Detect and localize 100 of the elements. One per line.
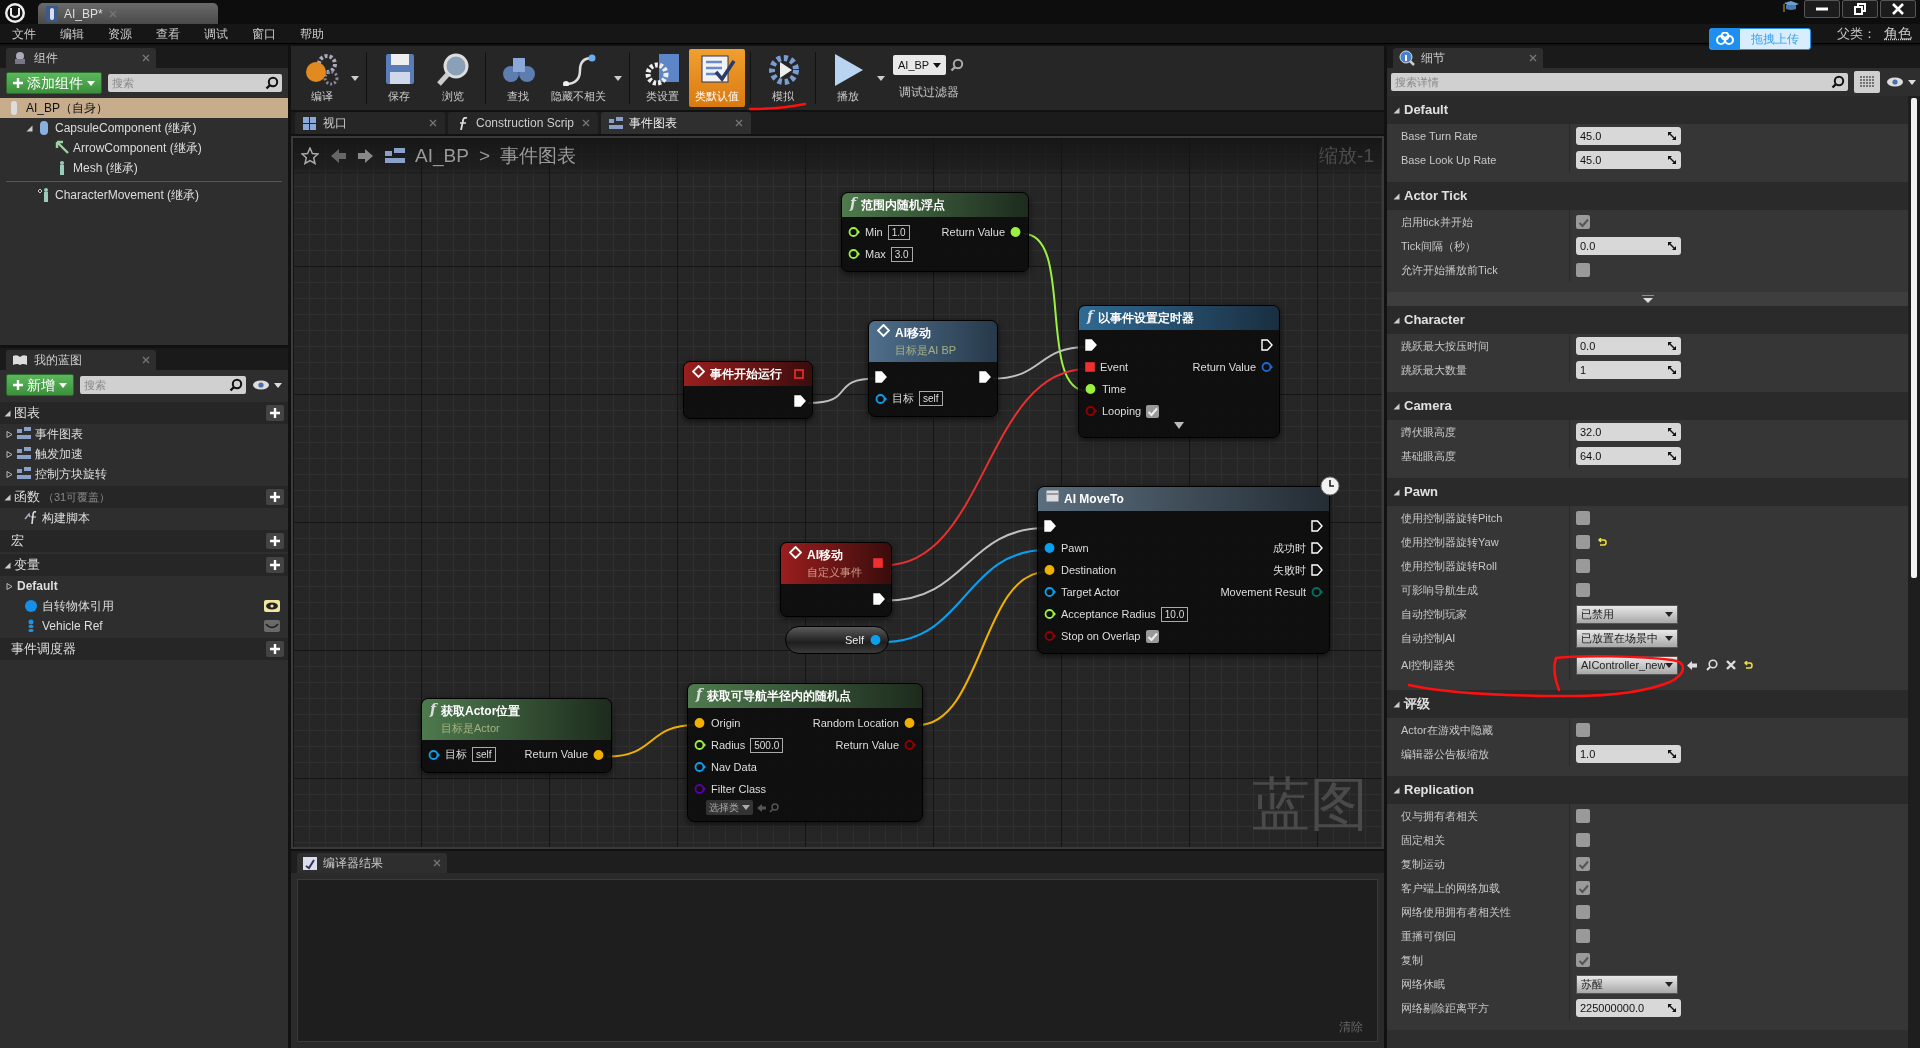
checkbox[interactable] <box>1576 833 1590 847</box>
dropdown[interactable]: 已放置在场景中 <box>1576 628 1678 648</box>
expand-arrow-icon[interactable] <box>1641 295 1654 303</box>
checkbox[interactable] <box>1576 953 1590 967</box>
category-header[interactable]: Default <box>1387 96 1908 124</box>
toolbar-button[interactable]: 隐藏不相关 <box>545 49 612 107</box>
category-header[interactable]: Replication <box>1387 776 1908 804</box>
tree-item[interactable]: CapsuleComponent (继承) <box>0 118 288 138</box>
number-field[interactable]: 0.0 <box>1576 337 1681 355</box>
checkbox[interactable] <box>1576 535 1590 549</box>
collapse-triangle-icon[interactable] <box>4 493 11 501</box>
exec-pin[interactable] <box>1044 520 1056 532</box>
list-item[interactable]: 事件图表 <box>0 424 288 444</box>
number-field[interactable]: 225000000.0 <box>1576 999 1681 1017</box>
expand-arrow-icon[interactable] <box>1174 422 1184 429</box>
default-value-field[interactable]: 10.0 <box>1160 606 1189 622</box>
graph-node[interactable]: AI移动 目标是AI BP 目标 self <box>868 320 998 417</box>
list-item[interactable]: 构建脚本 <box>0 508 288 528</box>
arrow-left-icon[interactable] <box>1686 659 1698 671</box>
add-button[interactable] <box>266 405 284 421</box>
add-button[interactable] <box>266 533 284 549</box>
minimize-button[interactable] <box>1804 0 1840 18</box>
add-button[interactable] <box>266 489 284 505</box>
eye-icon[interactable] <box>264 600 280 612</box>
section-header[interactable]: 图表 <box>0 402 288 424</box>
close-icon[interactable] <box>142 356 150 364</box>
checkbox[interactable] <box>1576 723 1590 737</box>
checkbox[interactable] <box>1576 809 1590 823</box>
exec-pin[interactable] <box>873 592 885 605</box>
close-button[interactable] <box>1880 0 1916 18</box>
data-pin[interactable] <box>1044 587 1056 597</box>
document-tab[interactable]: AI_BP* <box>38 3 218 24</box>
data-pin[interactable] <box>694 762 706 772</box>
section-header[interactable]: 函数 （31可覆盖） <box>0 486 288 508</box>
data-pin[interactable] <box>1044 543 1056 553</box>
close-icon[interactable] <box>1529 54 1537 62</box>
graph-node[interactable]: f 获取Actor位置 目标是Actor 目标 self Return Value <box>421 698 612 773</box>
category-header[interactable]: Camera <box>1387 392 1908 420</box>
document-tab[interactable]: 事件图表 <box>601 112 751 134</box>
default-value-field[interactable]: 500.0 <box>750 737 784 753</box>
variable-node[interactable]: Self <box>785 626 889 654</box>
toolbar-button[interactable]: 编译 <box>295 49 349 107</box>
panel-tab[interactable]: 组件 <box>6 48 156 68</box>
data-pin[interactable] <box>870 635 882 645</box>
default-value-field[interactable]: 3.0 <box>890 246 913 262</box>
menu-item[interactable]: 窗口 <box>240 24 288 43</box>
list-item[interactable]: Vehicle Ref <box>0 616 288 636</box>
breadcrumb-item[interactable]: AI_BP <box>415 141 469 171</box>
default-value-field[interactable]: self <box>472 747 496 762</box>
menu-item[interactable]: 帮助 <box>288 24 336 43</box>
number-field[interactable]: 0.0 <box>1576 237 1681 255</box>
checkbox[interactable] <box>1576 215 1590 229</box>
close-icon[interactable] <box>429 119 437 127</box>
exec-pin[interactable] <box>979 370 991 383</box>
graph-node[interactable]: f 获取可导航半径内的随机点 Origin Random Location Radius 500.0 Return Value Nav Data Filter Class 选择类 <box>687 683 923 822</box>
data-pin[interactable] <box>593 749 605 760</box>
graph-node[interactable]: f 以事件设置定时器 Event Return Value Time Looping <box>1078 305 1280 438</box>
checkbox[interactable] <box>1146 404 1160 418</box>
menu-item[interactable]: 编辑 <box>48 24 96 43</box>
menu-item[interactable]: 资源 <box>96 24 144 43</box>
exec-pin[interactable] <box>1311 564 1323 576</box>
scrollbar[interactable] <box>1911 98 1917 578</box>
panel-tab[interactable]: 细节 <box>1393 48 1543 68</box>
exec-pin[interactable] <box>875 370 887 383</box>
number-field[interactable]: 32.0 <box>1576 423 1681 441</box>
data-pin[interactable] <box>428 749 440 760</box>
document-tab[interactable]: 视口 <box>295 112 445 134</box>
toolbar-button[interactable]: 浏览 <box>426 49 480 107</box>
tree-item[interactable]: Mesh (继承) <box>0 158 288 178</box>
document-tab[interactable]: Construction Scrip <box>448 112 598 134</box>
close-icon[interactable] <box>433 859 441 867</box>
search-field[interactable]: 搜索详情 <box>1391 73 1848 91</box>
search-field[interactable]: 搜索 <box>108 74 282 92</box>
data-pin[interactable] <box>694 718 706 728</box>
list-item[interactable]: 控制方块旋转 <box>0 464 288 484</box>
section-header[interactable]: 事件调度器 <box>0 638 288 660</box>
menu-item[interactable]: 调试 <box>192 24 240 43</box>
close-icon[interactable] <box>582 119 590 127</box>
checkbox[interactable] <box>1576 263 1590 277</box>
category-header[interactable]: Actor Tick <box>1387 182 1908 210</box>
checkbox[interactable] <box>1576 929 1590 943</box>
add-button[interactable] <box>266 641 284 657</box>
tree-item[interactable]: ArrowComponent (继承) <box>0 138 288 158</box>
category-header[interactable]: 评级 <box>1387 690 1908 718</box>
number-field[interactable]: 1.0 <box>1576 745 1681 763</box>
section-header[interactable]: 宏 <box>0 530 288 552</box>
number-field[interactable]: 1 <box>1576 361 1681 379</box>
checkbox[interactable] <box>1576 511 1590 525</box>
checkbox[interactable] <box>1576 905 1590 919</box>
clear-icon[interactable] <box>1726 660 1736 670</box>
category-header[interactable]: Character <box>1387 306 1908 334</box>
reset-arrow-icon[interactable] <box>1598 537 1607 547</box>
dropdown[interactable]: 苏醒 <box>1576 974 1678 994</box>
expand-triangle-icon[interactable] <box>6 470 13 478</box>
graph-node[interactable]: 事件开始运行 <box>683 361 813 419</box>
list-view-button[interactable] <box>1854 71 1880 93</box>
number-field[interactable]: 45.0 <box>1576 151 1681 169</box>
breadcrumb-item[interactable]: 事件图表 <box>500 141 576 171</box>
dropdown[interactable]: 已禁用 <box>1576 604 1678 624</box>
visibility-menu[interactable] <box>252 380 282 390</box>
